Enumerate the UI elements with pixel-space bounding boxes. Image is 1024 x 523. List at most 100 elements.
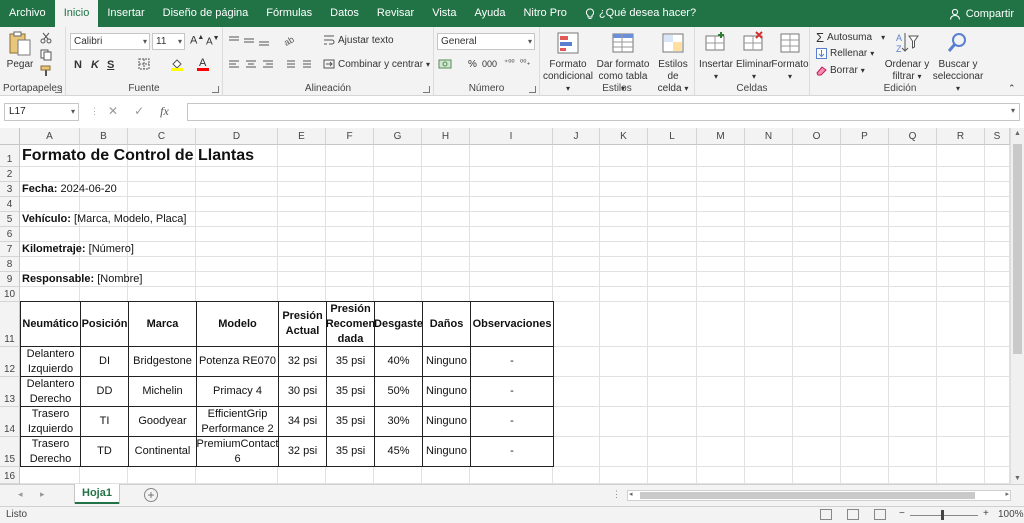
column-header[interactable]: F <box>326 128 374 145</box>
table-cell[interactable]: Ninguno <box>422 346 471 377</box>
font-color-icon[interactable]: A <box>196 56 210 74</box>
row-header[interactable]: 11 <box>0 302 20 347</box>
scroll-right-icon[interactable]: ▸ <box>1005 490 1009 498</box>
table-header-cell[interactable]: Marca <box>128 301 197 347</box>
select-all-corner[interactable] <box>0 128 20 145</box>
format-cells-button[interactable]: Formato ▾ <box>771 30 809 83</box>
autosum-button[interactable]: Σ Autosuma ▾ <box>816 30 885 45</box>
next-sheet-icon[interactable]: ▸ <box>40 489 45 500</box>
align-top-icon[interactable] <box>229 35 269 50</box>
table-cell[interactable]: 30% <box>374 406 423 437</box>
row-header[interactable]: 2 <box>0 167 20 182</box>
table-cell[interactable]: 35 psi <box>326 436 375 467</box>
table-cell[interactable]: EfficientGrip Performance 2 <box>196 406 279 437</box>
enter-icon[interactable]: ✓ <box>134 104 144 119</box>
scroll-up-icon[interactable]: ▲ <box>1014 130 1021 137</box>
sheet-title[interactable]: Formato de Control de Llantas <box>20 145 420 167</box>
cancel-icon[interactable]: ✕ <box>108 104 118 119</box>
row-header[interactable]: 12 <box>0 347 20 377</box>
zoom-slider-thumb[interactable] <box>941 510 944 520</box>
column-header[interactable]: C <box>128 128 196 145</box>
column-header[interactable]: D <box>196 128 278 145</box>
column-header[interactable]: A <box>20 128 80 145</box>
clipboard-launcher-icon[interactable] <box>55 86 62 93</box>
table-cell[interactable]: DD <box>80 376 129 407</box>
column-header[interactable]: B <box>80 128 128 145</box>
zoom-slider[interactable] <box>910 515 978 516</box>
insert-cells-button[interactable]: Insertar ▾ <box>697 30 735 83</box>
column-header[interactable]: N <box>745 128 793 145</box>
table-cell[interactable]: 32 psi <box>278 346 327 377</box>
row-header[interactable]: 1 <box>0 145 20 167</box>
expand-formula-icon[interactable]: ▾ <box>1011 106 1015 115</box>
table-cell[interactable]: Continental <box>128 436 197 467</box>
row-header[interactable]: 9 <box>0 272 20 287</box>
prev-sheet-icon[interactable]: ◂ <box>18 489 23 500</box>
table-cell[interactable]: 35 psi <box>326 406 375 437</box>
table-cell[interactable]: Primacy 4 <box>196 376 279 407</box>
merge-center-button[interactable]: Combinar y centrar ▾ <box>323 58 430 70</box>
delete-cells-button[interactable]: Eliminar ▾ <box>735 30 773 83</box>
table-cell[interactable]: Delantero Izquierdo <box>20 346 81 377</box>
tab-insertar[interactable]: Insertar <box>98 0 153 27</box>
table-header-cell[interactable]: Presión Recomen dada <box>326 301 375 347</box>
row-header[interactable]: 15 <box>0 437 20 467</box>
align-left-icon[interactable] <box>229 59 275 74</box>
column-header[interactable]: L <box>648 128 697 145</box>
table-cell[interactable]: PremiumContact 6 <box>196 436 279 467</box>
column-header[interactable]: J <box>553 128 600 145</box>
wrap-text-button[interactable]: Ajustar texto <box>323 34 394 46</box>
formula-input[interactable] <box>187 103 1020 121</box>
column-header[interactable]: P <box>841 128 889 145</box>
tab-diseno-pagina[interactable]: Diseño de página <box>154 0 258 27</box>
table-cell[interactable]: Delantero Derecho <box>20 376 81 407</box>
font-size-combo[interactable]: 11 ▾ <box>152 33 185 50</box>
horizontal-scrollbar[interactable]: ◂ ▸ <box>627 490 1011 501</box>
table-cell[interactable]: - <box>470 376 554 407</box>
row-header[interactable]: 6 <box>0 227 20 242</box>
row-header[interactable]: 8 <box>0 257 20 272</box>
page-layout-view-icon[interactable] <box>847 509 859 520</box>
vertical-scrollbar[interactable]: ▲ ▼ <box>1010 128 1024 484</box>
clear-button[interactable]: Borrar ▾ <box>816 65 865 76</box>
table-header-cell[interactable]: Modelo <box>196 301 279 347</box>
table-cell[interactable]: Michelin <box>128 376 197 407</box>
indent-icon[interactable] <box>283 59 315 74</box>
normal-view-icon[interactable] <box>820 509 832 520</box>
info-field[interactable]: Responsable: [Nombre] <box>20 272 320 287</box>
bold-button[interactable]: N <box>74 59 82 71</box>
table-cell[interactable]: 34 psi <box>278 406 327 437</box>
shrink-font-icon[interactable]: A▼ <box>206 35 220 47</box>
tab-revisar[interactable]: Revisar <box>368 0 423 27</box>
font-name-combo[interactable]: Calibri ▾ <box>70 33 150 50</box>
table-cell[interactable]: TD <box>80 436 129 467</box>
orientation-icon[interactable]: ab <box>282 33 301 50</box>
add-sheet-icon[interactable]: + <box>144 488 158 502</box>
column-header[interactable]: G <box>374 128 422 145</box>
table-cell[interactable]: TI <box>80 406 129 437</box>
fill-color-icon[interactable] <box>170 57 184 74</box>
row-header[interactable]: 13 <box>0 377 20 407</box>
scroll-left-icon[interactable]: ◂ <box>629 490 633 498</box>
tab-vista[interactable]: Vista <box>423 0 465 27</box>
table-cell[interactable]: Ninguno <box>422 406 471 437</box>
table-cell[interactable]: - <box>470 436 554 467</box>
spreadsheet-grid[interactable]: ABCDEFGHIJKLMNOPQRS 1 2 3 4 5 6 7 8 9 10 11 12 13 14 1… <box>0 128 1010 484</box>
table-cell[interactable]: 45% <box>374 436 423 467</box>
scroll-down-icon[interactable]: ▼ <box>1014 475 1021 482</box>
column-header[interactable]: E <box>278 128 326 145</box>
vertical-scroll-thumb[interactable] <box>1013 144 1022 354</box>
column-header[interactable]: M <box>697 128 745 145</box>
table-header-cell[interactable]: Posición <box>80 301 129 347</box>
table-header-cell[interactable]: Desgaste <box>374 301 423 347</box>
row-header[interactable]: 14 <box>0 407 20 437</box>
table-header-cell[interactable]: Neumático <box>20 301 81 347</box>
row-header[interactable]: 10 <box>0 287 20 302</box>
table-cell[interactable]: Potenza RE070 <box>196 346 279 377</box>
info-field[interactable]: Fecha: 2024-06-20 <box>20 182 320 197</box>
sheet-tab-hoja1[interactable]: Hoja1 <box>75 484 119 504</box>
tab-nitro-pro[interactable]: Nitro Pro <box>514 0 575 27</box>
table-header-cell[interactable]: Presión Actual <box>278 301 327 347</box>
table-cell[interactable]: Goodyear <box>128 406 197 437</box>
table-cell[interactable]: - <box>470 406 554 437</box>
